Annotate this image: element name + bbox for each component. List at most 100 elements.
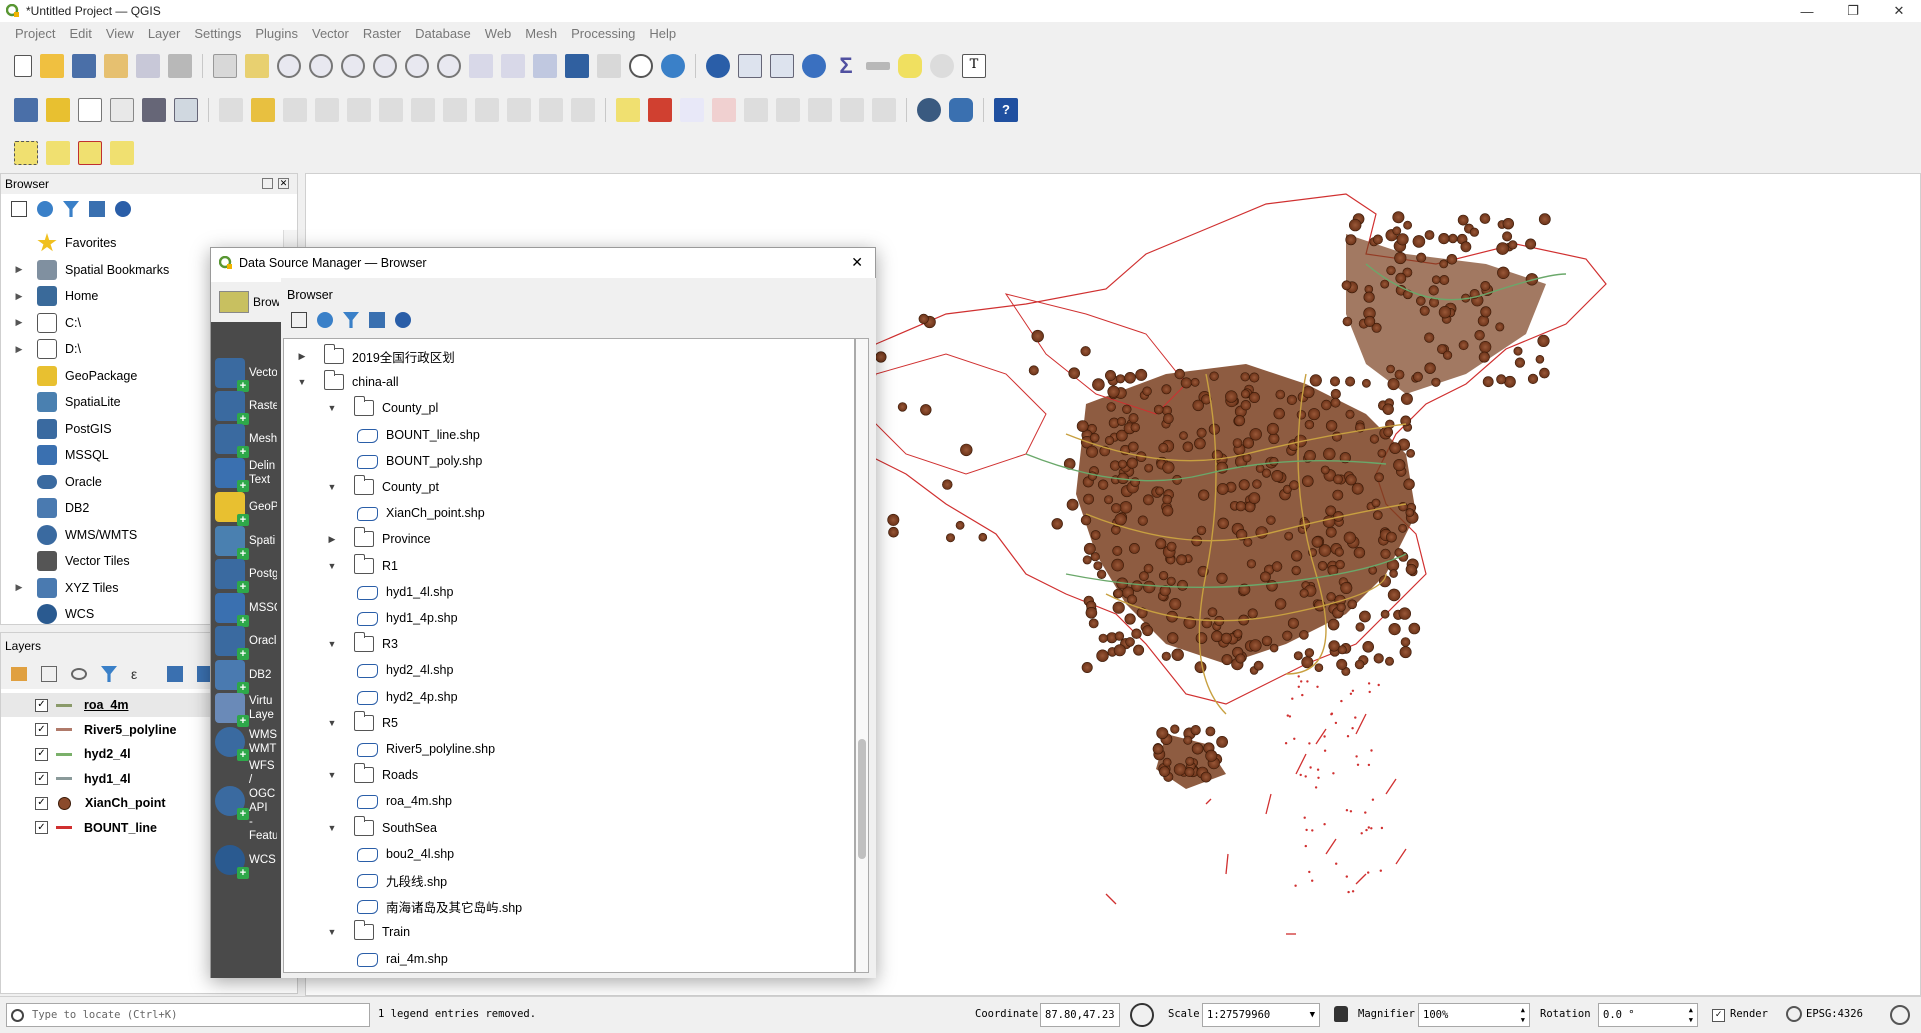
render-checkbox[interactable]: ✓ [1712, 1008, 1725, 1022]
zoom-next-icon[interactable] [501, 54, 525, 78]
browser-item-c[interactable]: ▶ C:\ [11, 310, 81, 336]
refresh-icon[interactable] [317, 312, 333, 328]
filter-icon[interactable] [63, 201, 79, 217]
tree-file[interactable]: hyd2_4l.shp [356, 657, 453, 683]
zoom-selection-icon[interactable] [373, 54, 397, 78]
menu-edit[interactable]: Edit [62, 26, 98, 41]
browser-item-vector-tiles[interactable]: Vector Tiles [11, 548, 130, 574]
new-shapefile-layer-icon[interactable] [78, 98, 102, 122]
toggle-coordinate-icon[interactable] [1130, 1003, 1154, 1027]
zoom-out-icon[interactable] [309, 54, 333, 78]
filter-legend-icon[interactable] [101, 666, 117, 682]
pin-labels-icon[interactable] [712, 98, 736, 122]
diagram-tool-icon[interactable] [648, 98, 672, 122]
close-window-button[interactable]: ✕ [1876, 0, 1921, 22]
dialog-close-button[interactable]: ✕ [851, 254, 863, 271]
tree-file[interactable]: rai_4m.shp [356, 946, 448, 972]
tree-folder[interactable]: ▼ china-all [294, 369, 399, 395]
save-as-icon[interactable] [104, 54, 128, 78]
browser-item-home[interactable]: ▶ Home [11, 283, 98, 309]
python-console-icon[interactable] [949, 98, 973, 122]
show-hide-labels-icon[interactable] [744, 98, 768, 122]
close-panel-icon[interactable]: ✕ [278, 178, 289, 189]
new-bookmark-icon[interactable] [565, 54, 589, 78]
current-edits-icon[interactable] [219, 98, 243, 122]
expand-arrow-icon[interactable]: ▶ [324, 534, 340, 545]
coordinate-field[interactable]: 87.80,47.23 [1040, 1003, 1120, 1027]
browser-item-geopackage[interactable]: GeoPackage [11, 363, 137, 389]
change-label-icon[interactable] [840, 98, 864, 122]
zoom-last-icon[interactable] [469, 54, 493, 78]
magnifier-spinbox[interactable]: 100% ▲ ▼ [1418, 1003, 1530, 1027]
filter-expression-icon[interactable]: ε [131, 666, 153, 682]
attribute-table-icon[interactable] [738, 54, 762, 78]
menu-processing[interactable]: Processing [564, 26, 642, 41]
refresh-icon[interactable] [37, 201, 53, 217]
menu-database[interactable]: Database [408, 26, 478, 41]
menu-layer[interactable]: Layer [141, 26, 188, 41]
tree-folder[interactable]: ▼ R1 [324, 553, 398, 579]
delete-selected-icon[interactable] [411, 98, 435, 122]
collapse-all-icon[interactable] [369, 312, 385, 328]
layer-visibility-checkbox[interactable]: ✓ [35, 747, 48, 761]
label-tool-icon[interactable] [616, 98, 640, 122]
new-spatialite-layer-icon[interactable] [110, 98, 134, 122]
new-map-view-icon[interactable] [533, 54, 557, 78]
expand-arrow-icon[interactable]: ▶ [294, 351, 310, 362]
zoom-native-icon[interactable] [437, 54, 461, 78]
browser-item-spatialite[interactable]: SpatiaLite [11, 389, 121, 415]
deselect-all-icon[interactable] [78, 141, 102, 165]
minimize-button[interactable]: — [1784, 0, 1830, 22]
collapse-arrow-icon[interactable]: ▼ [324, 482, 340, 492]
paste-features-icon[interactable] [507, 98, 531, 122]
expand-all-icon[interactable] [167, 666, 183, 682]
statistics-icon[interactable]: Σ [834, 54, 858, 78]
tree-file[interactable]: BOUNT_poly.shp [356, 448, 482, 474]
filter-icon[interactable] [343, 312, 359, 328]
save-edits-icon[interactable] [283, 98, 307, 122]
locate-search-input[interactable]: Type to locate (Ctrl+K) [6, 1003, 370, 1027]
collapse-arrow-icon[interactable]: ▼ [324, 823, 340, 833]
browser-item-favorites[interactable]: Favorites [11, 230, 116, 256]
tree-folder[interactable]: ▼ R5 [324, 710, 398, 736]
collapse-arrow-icon[interactable]: ▼ [324, 561, 340, 571]
layer-visibility-checkbox[interactable]: ✓ [35, 723, 48, 736]
layer-visibility-checkbox[interactable]: ✓ [35, 772, 48, 785]
add-selected-layers-icon[interactable] [11, 201, 27, 217]
menu-raster[interactable]: Raster [356, 26, 408, 41]
select-location-icon[interactable] [110, 141, 134, 165]
collapse-arrow-icon[interactable]: ▼ [324, 718, 340, 728]
tree-file[interactable]: River5_polyline.shp [356, 736, 495, 762]
expand-arrow-icon[interactable]: ▶ [13, 344, 25, 355]
properties-icon[interactable] [395, 312, 411, 328]
highlight-pinned-labels-icon[interactable] [680, 98, 704, 122]
select-by-value-icon[interactable] [46, 141, 70, 165]
new-temporary-layer-icon[interactable] [142, 98, 166, 122]
browser-item-db2[interactable]: DB2 [11, 495, 89, 521]
label-options-icon[interactable] [872, 98, 896, 122]
lock-scale-icon[interactable] [1334, 1006, 1348, 1022]
browser-item-postgis[interactable]: PostGIS [11, 416, 112, 442]
zoom-layer-icon[interactable] [405, 54, 429, 78]
menu-view[interactable]: View [99, 26, 141, 41]
pan-to-selection-icon[interactable] [245, 54, 269, 78]
expand-arrow-icon[interactable]: ▶ [13, 317, 25, 328]
move-label-icon[interactable] [776, 98, 800, 122]
browser-item-spatial-bookmarks[interactable]: ▶ Spatial Bookmarks [11, 257, 169, 283]
pan-icon[interactable] [213, 54, 237, 78]
tree-file[interactable]: hyd1_4p.shp [356, 605, 458, 631]
help-icon[interactable]: ? [994, 98, 1018, 122]
rotation-spinbox[interactable]: 0.0 ° ▲ ▼ [1598, 1003, 1698, 1027]
select-features-icon[interactable] [14, 141, 38, 165]
tree-file[interactable]: BOUNT_line.shp [356, 422, 480, 448]
collapse-arrow-icon[interactable]: ▼ [324, 639, 340, 649]
tree-file[interactable]: XianCh_point.shp [356, 500, 485, 526]
tree-folder[interactable]: ▼ Train [324, 919, 410, 945]
search-icon[interactable] [930, 54, 954, 78]
style-panel-icon[interactable] [11, 667, 27, 681]
manage-visibility-icon[interactable] [71, 668, 87, 680]
zoom-full-icon[interactable] [341, 54, 365, 78]
field-calculator-icon[interactable] [770, 54, 794, 78]
scrollbar-thumb[interactable] [858, 739, 866, 859]
tree-file[interactable]: bou2_4l.shp [356, 841, 454, 867]
